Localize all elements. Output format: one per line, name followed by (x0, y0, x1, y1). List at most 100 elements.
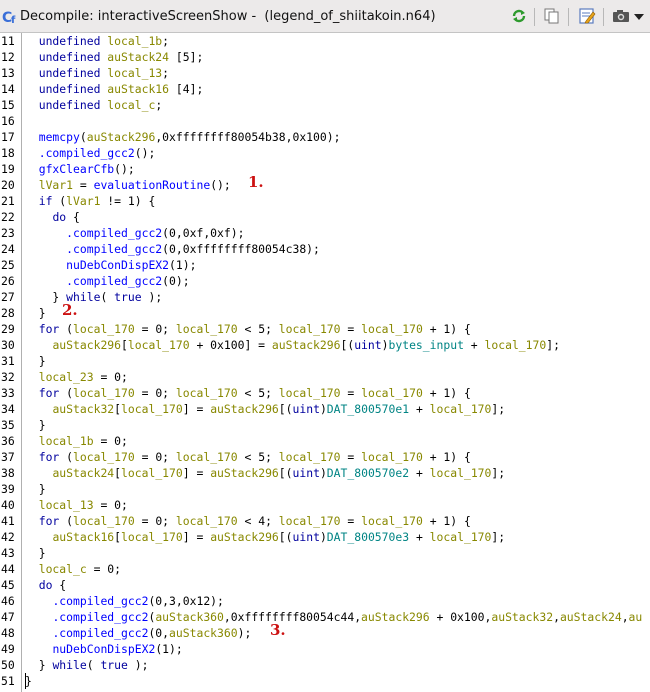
variable-token[interactable]: local_23 (39, 370, 94, 384)
code-token[interactable] (25, 530, 52, 544)
code-token[interactable]: + (464, 338, 485, 352)
variable-token[interactable]: local_170 (121, 466, 183, 480)
code-token[interactable] (25, 610, 52, 624)
variable-token[interactable]: local_170 (121, 530, 183, 544)
code-token[interactable] (25, 514, 39, 528)
code-text[interactable]: for (local_170 = 0; local_170 < 5; local… (25, 385, 471, 401)
code-line[interactable]: 35 } (0, 417, 650, 433)
type-token[interactable]: undefined (25, 82, 107, 96)
type-token[interactable]: undefined (25, 50, 107, 64)
code-token[interactable]: ( (52, 194, 66, 208)
variable-token[interactable]: local_170 (73, 514, 135, 528)
code-token[interactable] (25, 578, 39, 592)
variable-token[interactable]: auStack24 (107, 50, 169, 64)
code-token[interactable] (25, 466, 52, 480)
code-text[interactable]: undefined local_1b; (25, 33, 169, 49)
decompiler-code-view[interactable]: 11 undefined local_1b; 12 undefined auSta… (0, 33, 650, 692)
type-token[interactable]: uint (293, 466, 320, 480)
variable-token[interactable]: local_170 (430, 530, 492, 544)
code-text[interactable]: } (25, 673, 32, 689)
code-token[interactable]: = 0; (94, 370, 127, 384)
code-text[interactable]: } (25, 305, 46, 321)
code-token[interactable] (25, 338, 52, 352)
code-token[interactable]: ) (320, 402, 327, 416)
code-text[interactable]: lVar1 = evaluationRoutine(); (25, 177, 231, 193)
code-token[interactable]: ); (128, 658, 149, 672)
code-token[interactable]: + 1) { (423, 450, 471, 464)
code-token[interactable]: = 0; (94, 498, 127, 512)
code-token[interactable]: ) (320, 466, 327, 480)
code-token[interactable]: = 0; (135, 386, 176, 400)
variable-token[interactable]: local_170 (279, 322, 341, 336)
variable-token[interactable]: local_170 (430, 402, 492, 416)
code-token[interactable]: ; (162, 66, 169, 80)
keyword-token[interactable]: true (114, 290, 141, 304)
code-text[interactable]: if (lVar1 != 1) { (25, 193, 156, 209)
type-token[interactable]: undefined (25, 34, 107, 48)
menu-dropdown-icon[interactable] (632, 7, 646, 25)
code-token[interactable]: + 1) { (423, 386, 471, 400)
code-text[interactable]: } (25, 353, 46, 369)
code-text[interactable]: auStack24[local_170] = auStack296[(uint)… (25, 465, 505, 481)
code-text[interactable]: do { (25, 209, 80, 225)
code-token[interactable]: + 1) { (423, 514, 471, 528)
code-text[interactable]: gfxClearCfb(); (25, 161, 135, 177)
code-line[interactable]: 23 .compiled_gcc2(0,0xf,0xf); (0, 225, 650, 241)
code-text[interactable]: auStack296[local_170 + 0x100] = auStack2… (25, 337, 560, 353)
global-token[interactable]: DAT_800570e3 (327, 530, 409, 544)
variable-token[interactable]: local_170 (361, 386, 423, 400)
code-token[interactable]: (0,0xffffffff80054c38); (162, 242, 320, 256)
code-token[interactable]: , (553, 610, 560, 624)
code-token[interactable] (25, 210, 52, 224)
function-token[interactable]: evaluationRoutine (94, 178, 211, 192)
variable-token[interactable]: local_170 (128, 338, 190, 352)
code-token[interactable] (25, 226, 66, 240)
keyword-token[interactable]: for (39, 514, 60, 528)
code-token[interactable]: { (66, 210, 80, 224)
type-token[interactable]: uint (354, 338, 381, 352)
variable-token[interactable]: local_13 (39, 498, 94, 512)
code-token[interactable]: [4]; (169, 82, 203, 96)
code-token[interactable]: + (409, 530, 430, 544)
variable-token[interactable]: local_170 (279, 450, 341, 464)
code-token[interactable]: = (341, 322, 362, 336)
variable-token[interactable]: local_170 (485, 338, 547, 352)
code-line[interactable]: 12 undefined auStack24 [5]; (0, 49, 650, 65)
code-token[interactable]: (0,0xf,0xf); (162, 226, 244, 240)
code-text[interactable]: } (25, 417, 46, 433)
variable-token[interactable]: local_170 (176, 386, 238, 400)
code-token[interactable]: < 5; (238, 322, 279, 336)
code-token[interactable]: [ (114, 402, 121, 416)
code-text[interactable]: } while( true ); (25, 289, 162, 305)
code-token[interactable]: } (25, 674, 32, 688)
code-line[interactable]: 31 } (0, 353, 650, 369)
variable-token[interactable]: local_170 (279, 386, 341, 400)
code-token[interactable] (25, 242, 66, 256)
code-line[interactable]: 17 memcpy(auStack296,0xffffffff80054b38,… (0, 129, 650, 145)
function-token[interactable]: .compiled_gcc2 (66, 274, 162, 288)
code-text[interactable]: for (local_170 = 0; local_170 < 4; local… (25, 513, 471, 529)
code-token[interactable]: + 0x100] = (190, 338, 272, 352)
code-line[interactable]: 33 for (local_170 = 0; local_170 < 5; lo… (0, 385, 650, 401)
code-line[interactable]: 51} (0, 673, 650, 689)
code-line[interactable]: 28 } (0, 305, 650, 321)
code-token[interactable]: ; (162, 34, 169, 48)
variable-token[interactable]: auStack24 (560, 610, 622, 624)
variable-token[interactable]: local_170 (121, 402, 183, 416)
code-text[interactable]: .compiled_gcc2(0); (25, 273, 189, 289)
keyword-token[interactable]: for (39, 322, 60, 336)
code-line[interactable]: 32 local_23 = 0; (0, 369, 650, 385)
code-token[interactable]: { (52, 578, 66, 592)
code-token[interactable]: < 4; (238, 514, 279, 528)
code-token[interactable]: ( (100, 290, 114, 304)
code-token[interactable] (25, 402, 52, 416)
code-line[interactable]: 38 auStack24[local_170] = auStack296[(ui… (0, 465, 650, 481)
code-line[interactable]: 22 do { (0, 209, 650, 225)
keyword-token[interactable]: if (39, 194, 53, 208)
code-text[interactable]: .compiled_gcc2(0,3,0x12); (25, 593, 223, 609)
code-line[interactable]: 37 for (local_170 = 0; local_170 < 5; lo… (0, 449, 650, 465)
type-token[interactable]: uint (293, 402, 320, 416)
code-line[interactable]: 14 undefined auStack16 [4]; (0, 81, 650, 97)
type-token[interactable]: undefined (25, 98, 107, 112)
code-token[interactable]: ( (80, 130, 87, 144)
